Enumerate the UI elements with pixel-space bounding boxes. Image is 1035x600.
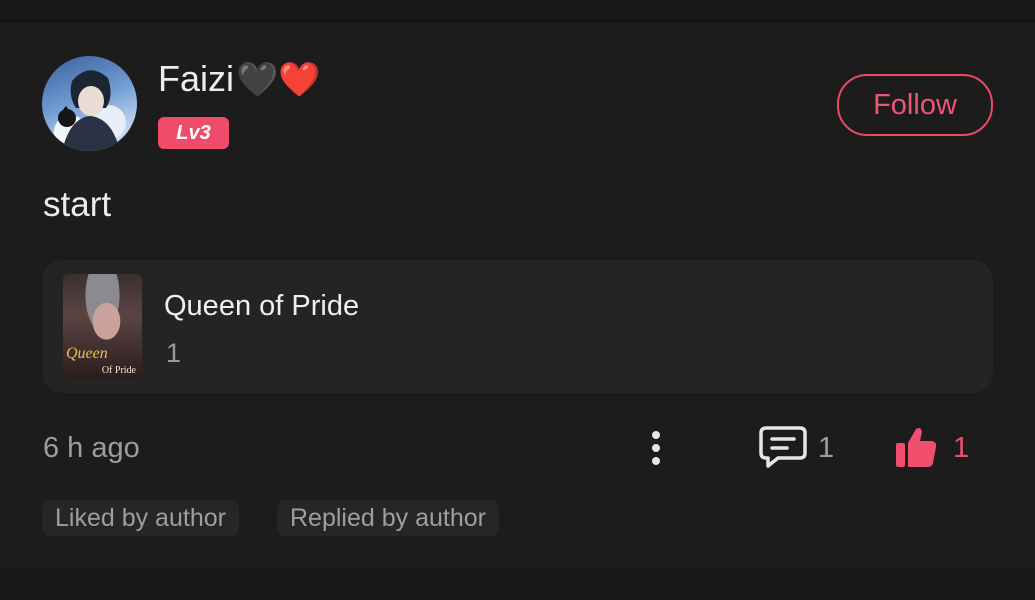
- comment-page: Faizi🖤❤️ Lv3 Follow start Queen Of Pride…: [0, 0, 1035, 600]
- author-name[interactable]: Faizi🖤❤️: [158, 57, 321, 102]
- replied-by-author-tag: Replied by author: [277, 500, 499, 536]
- book-cover: Queen Of Pride: [63, 274, 142, 379]
- liked-by-author-tag: Liked by author: [42, 500, 239, 536]
- cover-title-text: Queen: [66, 345, 108, 362]
- more-vertical-icon: [652, 431, 660, 465]
- post-text: start: [43, 185, 112, 224]
- top-divider: [0, 0, 1035, 22]
- comment-icon: [759, 426, 807, 468]
- avatar[interactable]: [42, 56, 137, 151]
- bottom-divider: [0, 568, 1035, 600]
- cover-subtitle-text: Of Pride: [101, 365, 136, 376]
- like-button[interactable]: [894, 425, 938, 469]
- comment-count: 1: [818, 432, 835, 464]
- thumbs-up-icon: [896, 428, 937, 467]
- book-card[interactable]: Queen Of Pride Queen of Pride 1: [42, 260, 993, 393]
- follow-button[interactable]: Follow: [837, 74, 993, 136]
- book-title: Queen of Pride: [164, 290, 360, 322]
- hearts-emoji: 🖤❤️: [236, 61, 321, 99]
- more-options-button[interactable]: [640, 428, 672, 468]
- avatar-illustration-icon: [58, 70, 120, 151]
- comment-button[interactable]: [758, 424, 808, 470]
- timestamp: 6 h ago: [43, 432, 140, 464]
- level-badge: Lv3: [158, 117, 229, 149]
- book-count: 1: [166, 338, 182, 368]
- like-count: 1: [953, 432, 970, 464]
- author-name-text: Faizi: [158, 58, 235, 99]
